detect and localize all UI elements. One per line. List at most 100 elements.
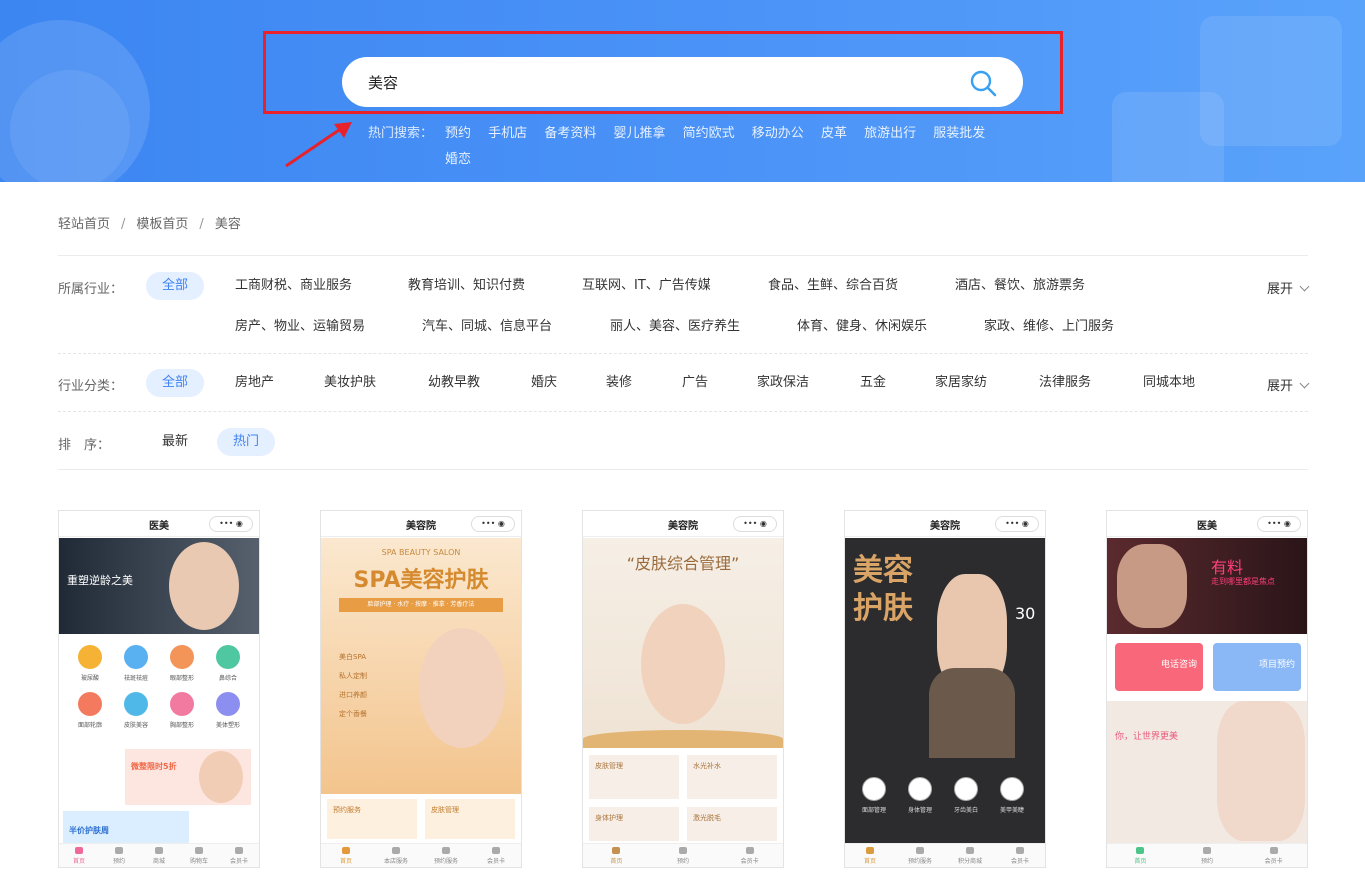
service-card[interactable]: 皮肤管理 [425,799,515,839]
industry-option[interactable]: 房产、物业、运输贸易 [219,313,381,341]
hot-search-link[interactable]: 服装批发 [933,124,985,144]
service-icon[interactable]: 胸部整形 [159,692,205,729]
tab-item[interactable]: 预约 [650,844,717,867]
service-icon[interactable]: 牙齿美白 [943,777,989,814]
hot-search-link[interactable]: 预约 [445,124,471,144]
service-icon[interactable]: 皮肤美容 [113,692,159,729]
category-option[interactable]: 婚庆 [515,369,573,397]
tab-item[interactable]: 会员卡 [1240,844,1307,867]
service-card[interactable]: 激光脱毛 [687,807,777,841]
sort-hot[interactable]: 热门 [217,428,276,456]
service-icon[interactable]: 身体管理 [897,777,943,814]
service-icon[interactable]: 祛斑祛痘 [113,645,159,682]
project-booking-button[interactable]: 项目预约 [1213,643,1301,691]
sort-newest[interactable]: 最新 [146,428,204,456]
category-option[interactable]: 家政保洁 [741,369,825,397]
service-card[interactable]: 皮肤管理 [589,755,679,799]
tab-item[interactable]: 预约服务 [421,844,471,867]
hot-search-link[interactable]: 备考资料 [544,124,596,144]
tab-item[interactable]: 商城 [139,844,179,867]
tab-bar: 首页 预约 会员卡 [1107,843,1307,867]
industry-all[interactable]: 全部 [146,272,205,300]
category-option[interactable]: 幼教早教 [412,369,496,397]
expand-label: 展开 [1266,282,1293,297]
category-all[interactable]: 全部 [146,369,205,397]
template-card[interactable]: 美容院 ••• ◉ SPA BEAUTY SALON SPA美容护肤 脸部护理 ·… [320,510,522,868]
service-icon[interactable]: 美甲美睫 [989,777,1035,814]
breadcrumb-link[interactable]: 模板首页 [136,217,188,232]
banner-tag: 脸部护理 · 水疗 · 按摩 · 推拿 · 芳香疗法 [339,598,503,612]
capsule-icon: ••• ◉ [471,516,515,532]
industry-option[interactable]: 酒店、餐饮、旅游票务 [939,272,1101,300]
tab-item[interactable]: 会员卡 [471,844,521,867]
hot-search-link[interactable]: 旅游出行 [864,124,916,144]
tab-item[interactable]: 预约 [1174,844,1241,867]
tab-home[interactable]: 首页 [59,844,99,867]
service-icon[interactable]: 美体塑形 [205,692,251,729]
tab-home[interactable]: 首页 [321,844,371,867]
service-card[interactable]: 水光补水 [687,755,777,799]
tab-item[interactable]: 会员卡 [995,844,1045,867]
banner-text: 有料 [1211,558,1244,577]
tab-home[interactable]: 首页 [1107,844,1174,867]
service-icon[interactable]: 鼻综合 [205,645,251,682]
template-card[interactable]: 医美 ••• ◉ 重塑逆龄之美 玻尿酸 祛斑祛痘 眼部整形 鼻综合 面部轮廓 皮肤… [58,510,260,868]
hot-search-link[interactable]: 手机店 [488,124,527,144]
tab-item[interactable]: 本店服务 [371,844,421,867]
category-option[interactable]: 广告 [666,369,724,397]
template-card[interactable]: 医美 ••• ◉ 有料 走到哪里都是焦点 电话咨询 项目预约 你，让世界更美 首页… [1106,510,1308,868]
tab-item[interactable]: 预约服务 [895,844,945,867]
tab-item[interactable]: 预约 [99,844,139,867]
face-image [199,751,243,803]
industry-option[interactable]: 工商财税、商业服务 [219,272,368,300]
promo-banner[interactable]: 半价护肤周 [63,811,189,843]
template-card[interactable]: 美容院 ••• ◉ 美容 护肤 30 面部管理 身体管理 牙齿美白 美甲美睫 首页… [844,510,1046,868]
category-option[interactable]: 五金 [844,369,902,397]
search-input[interactable] [368,57,928,107]
hot-search: 热门搜索： 预约 手机店 备考资料 婴儿推拿 简约欧式 移动办公 皮革 旅游出行… [368,124,1008,176]
tab-item[interactable]: 积分商城 [945,844,995,867]
category-option[interactable]: 美妆护肤 [308,369,392,397]
breadcrumb-link[interactable]: 轻站首页 [58,217,110,232]
industry-option[interactable]: 丽人、美容、医疗养生 [594,313,756,341]
tab-bar: 首页 预约服务 积分商城 会员卡 [845,843,1045,867]
tab-item[interactable]: 购物车 [179,844,219,867]
search-icon[interactable] [969,69,997,97]
category-option[interactable]: 房地产 [219,369,290,397]
hot-search-link[interactable]: 婴儿推拿 [613,124,665,144]
hot-search-link[interactable]: 皮革 [821,124,847,144]
service-card[interactable]: 预约服务 [327,799,417,839]
tab-home[interactable]: 首页 [583,844,650,867]
tab-bar: 首页 预约 商城 购物车 会员卡 [59,843,259,867]
service-icon[interactable]: 面部管理 [851,777,897,814]
service-icon[interactable]: 面部轮廓 [67,692,113,729]
service-icon[interactable]: 玻尿酸 [67,645,113,682]
industry-expand-button[interactable]: 展开 [1266,278,1310,297]
industry-option[interactable]: 互联网、IT、广告传媒 [566,272,727,300]
hot-search-link[interactable]: 移动办公 [752,124,804,144]
tab-item[interactable]: 会员卡 [219,844,259,867]
banner-number: 30 [1015,604,1036,623]
industry-option[interactable]: 食品、生鲜、综合百货 [752,272,914,300]
industry-option[interactable]: 教育培训、知识付费 [392,272,541,300]
category-option[interactable]: 同城本地 [1127,369,1211,397]
tab-item[interactable]: 会员卡 [716,844,783,867]
tab-home[interactable]: 首页 [845,844,895,867]
category-option[interactable]: 法律服务 [1023,369,1107,397]
category-option[interactable]: 装修 [590,369,648,397]
banner-subtitle: SPA BEAUTY SALON [381,548,461,557]
promo-banner[interactable]: 微整限时5折 [125,749,251,805]
industry-option[interactable]: 家政、维修、上门服务 [968,313,1130,341]
card-banner: SPA BEAUTY SALON SPA美容护肤 脸部护理 · 水疗 · 按摩 … [321,538,521,794]
industry-filter: 所属行业： 全部 工商财税、商业服务 教育培训、知识付费 互联网、IT、广告传媒… [58,256,1310,354]
hot-search-link[interactable]: 简约欧式 [683,124,735,144]
template-card[interactable]: 美容院 ••• ◉ “皮肤综合管理” 皮肤管理 水光补水 身体护理 激光脱毛 首页… [582,510,784,868]
category-option[interactable]: 家居家纺 [919,369,1003,397]
service-card[interactable]: 身体护理 [589,807,679,841]
industry-option[interactable]: 体育、健身、休闲娱乐 [781,313,943,341]
hot-search-link[interactable]: 婚恋 [445,150,471,170]
phone-consult-button[interactable]: 电话咨询 [1115,643,1203,691]
service-icon[interactable]: 眼部整形 [159,645,205,682]
industry-option[interactable]: 汽车、同城、信息平台 [406,313,568,341]
category-expand-button[interactable]: 展开 [1267,375,1310,394]
